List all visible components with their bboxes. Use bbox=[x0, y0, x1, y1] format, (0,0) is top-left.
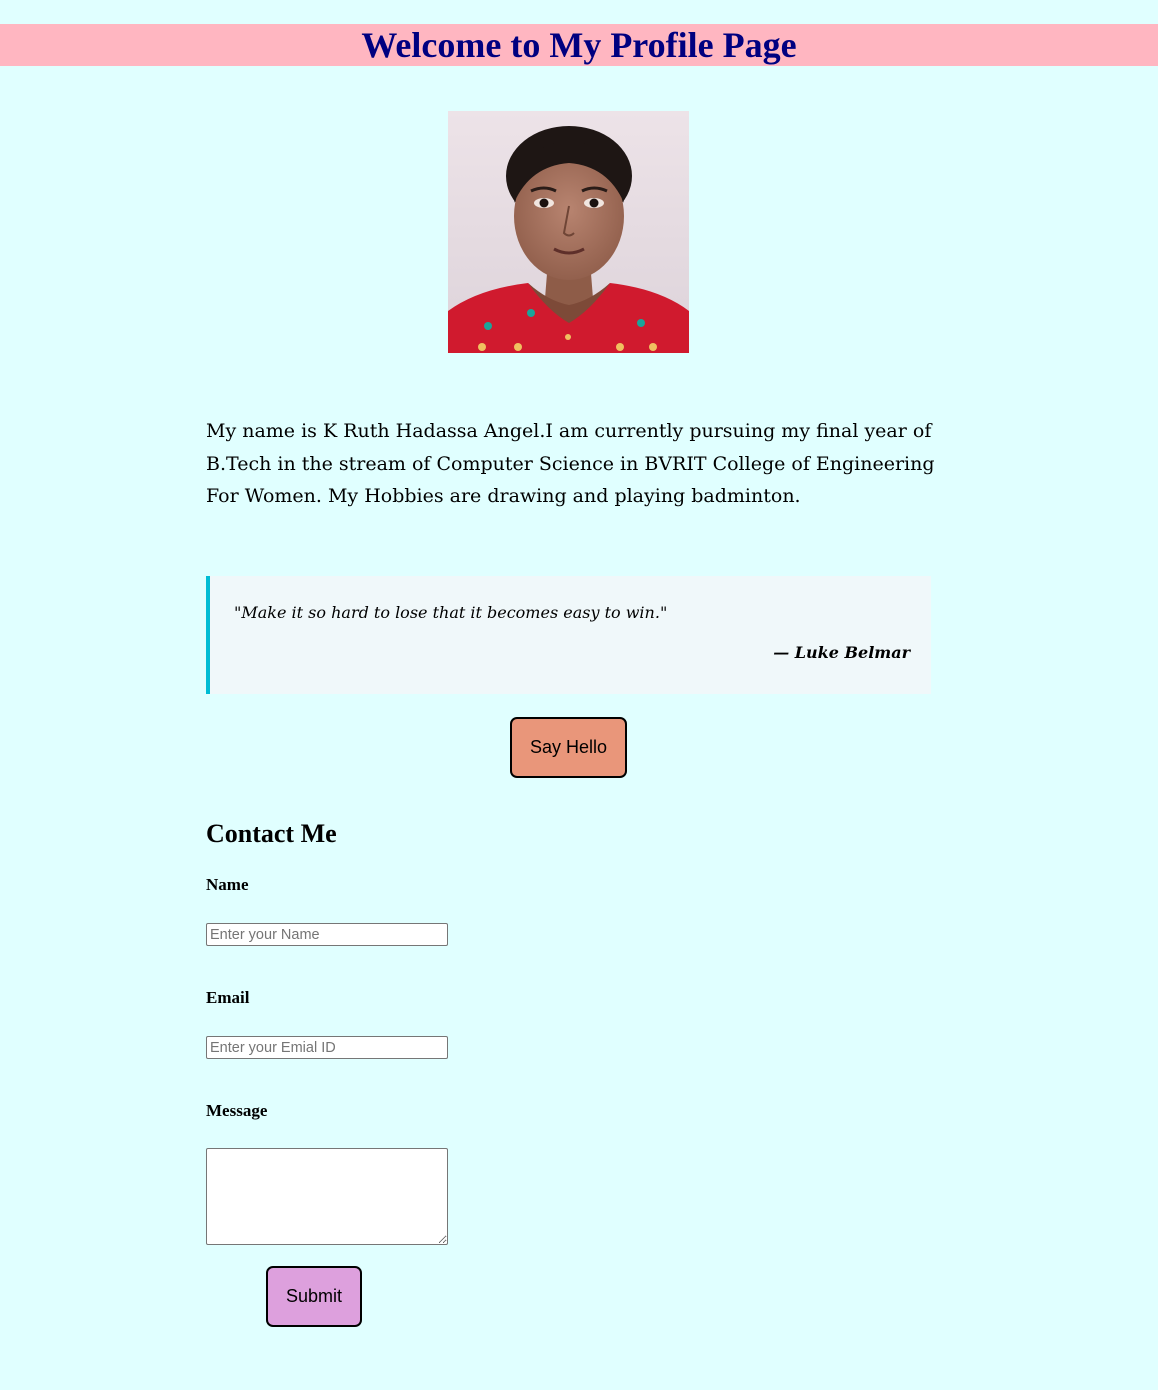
message-textarea[interactable] bbox=[206, 1148, 448, 1245]
quote-text: "Make it so hard to lose that it becomes… bbox=[234, 603, 668, 622]
say-hello-button[interactable]: Say Hello bbox=[510, 717, 627, 778]
email-input[interactable] bbox=[206, 1036, 448, 1059]
submit-button[interactable]: Submit bbox=[266, 1266, 362, 1327]
profile-photo-image bbox=[448, 111, 689, 353]
message-label: Message bbox=[206, 1101, 268, 1120]
bio-paragraph: My name is K Ruth Hadassa Angel.I am cur… bbox=[206, 420, 935, 507]
email-label: Email bbox=[206, 988, 250, 1007]
profile-photo bbox=[448, 111, 689, 353]
name-label: Name bbox=[206, 875, 249, 894]
page-title: Welcome to My Profile Page bbox=[361, 25, 797, 65]
contact-title: Contact Me bbox=[206, 819, 337, 848]
quote-author: — Luke Belmar bbox=[773, 643, 910, 662]
quote-block: "Make it so hard to lose that it becomes… bbox=[206, 576, 931, 694]
name-input[interactable] bbox=[206, 923, 448, 946]
page-header: Welcome to My Profile Page bbox=[0, 24, 1158, 66]
